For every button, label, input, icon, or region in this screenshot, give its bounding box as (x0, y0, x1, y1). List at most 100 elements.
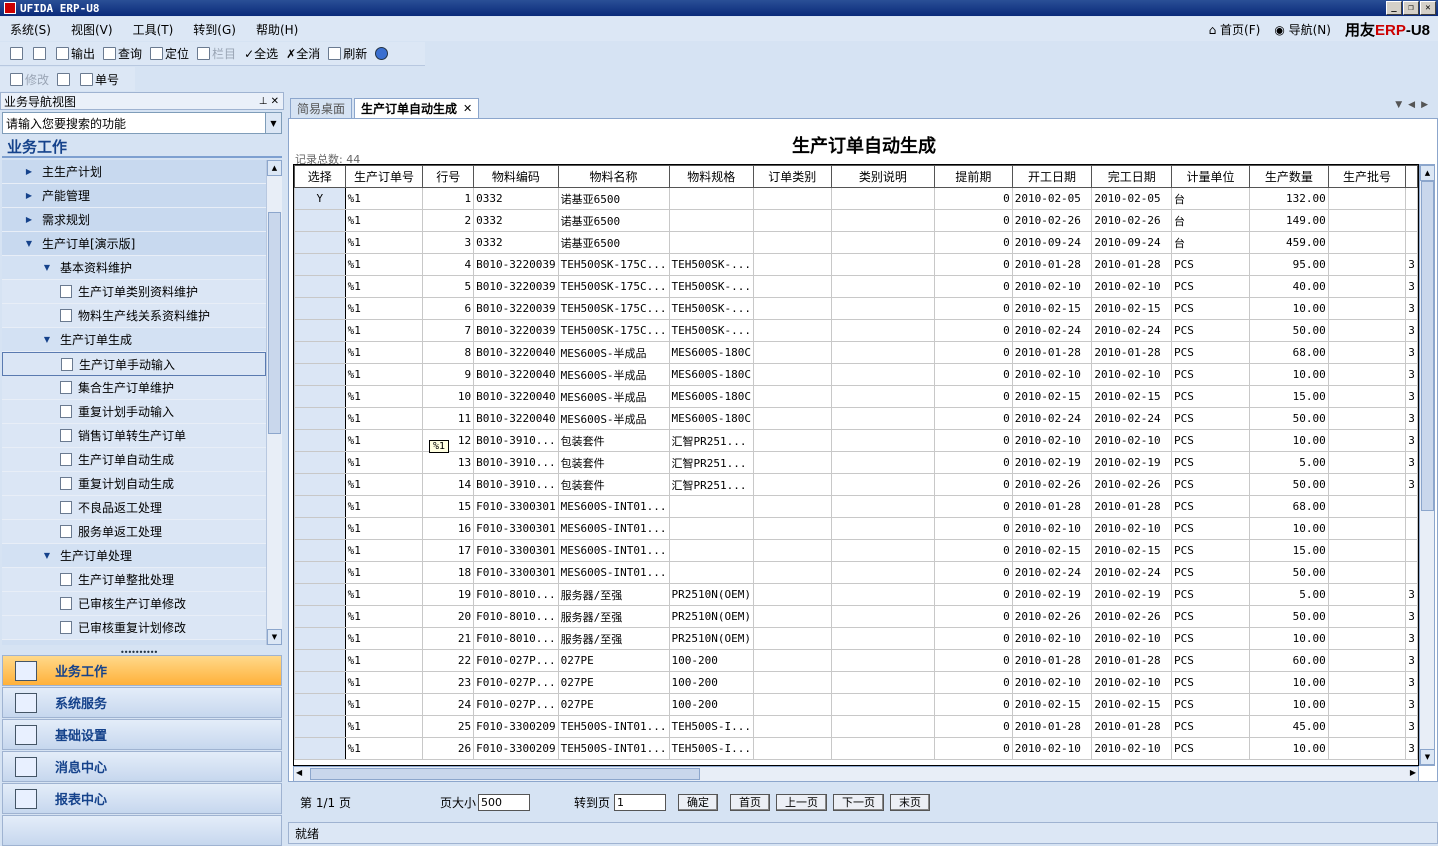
column-header[interactable]: 生产订单号 (344, 165, 424, 188)
table-cell[interactable] (1327, 187, 1407, 210)
table-cell[interactable]: PCS (1171, 671, 1251, 694)
table-cell[interactable] (668, 209, 755, 232)
table-cell[interactable]: 3 (1405, 605, 1418, 628)
table-cell[interactable]: PCS (1171, 319, 1251, 342)
table-cell[interactable] (668, 561, 755, 584)
table-cell[interactable] (668, 187, 755, 210)
table-cell[interactable] (830, 495, 936, 518)
table-cell[interactable]: PCS (1171, 429, 1251, 452)
table-cell[interactable]: TEH500S-I... (668, 737, 755, 760)
table-row[interactable]: %1 20 F010-8010... 服务器/至强 PR2510N(OEM) 0 2010-… (294, 605, 1418, 628)
table-row[interactable]: %1 19 F010-8010... 服务器/至强 PR2510N(OEM) 0 2010-… (294, 583, 1418, 606)
table-cell[interactable]: %1 (344, 605, 424, 628)
table-cell[interactable] (1327, 495, 1407, 518)
select-cell[interactable] (294, 671, 346, 694)
table-cell[interactable]: B010-3910... (473, 473, 559, 496)
table-cell[interactable]: 3 (422, 231, 475, 254)
next-page-button[interactable]: 下一页 (833, 793, 885, 811)
table-cell[interactable] (1327, 737, 1407, 760)
table-cell[interactable] (1327, 253, 1407, 276)
table-cell[interactable] (1327, 341, 1407, 364)
restore-icon[interactable]: ❐ (1403, 1, 1419, 15)
table-cell[interactable] (1327, 473, 1407, 496)
table-cell[interactable]: 3 (1405, 253, 1418, 276)
table-cell[interactable]: PCS (1171, 561, 1251, 584)
table-cell[interactable]: PCS (1171, 583, 1251, 606)
table-cell[interactable]: 11 (422, 407, 475, 430)
table-cell[interactable]: 50.00 (1249, 561, 1329, 584)
table-cell[interactable]: 2010-02-26 (1091, 605, 1173, 628)
table-cell[interactable] (830, 473, 936, 496)
table-cell[interactable]: PCS (1171, 341, 1251, 364)
table-cell[interactable]: 23 (422, 671, 475, 694)
tree-node[interactable]: 重复计划手动输入 (2, 400, 266, 424)
table-cell[interactable]: 3 (1405, 715, 1418, 738)
table-cell[interactable] (668, 495, 755, 518)
column-header[interactable]: 提前期 (934, 165, 1013, 188)
table-cell[interactable]: 2010-01-28 (1091, 649, 1173, 672)
table-cell[interactable] (830, 693, 936, 716)
table-cell[interactable]: 汇智PR251... (668, 429, 755, 452)
table-cell[interactable] (753, 341, 832, 364)
table-cell[interactable]: MES600S-180C (668, 407, 755, 430)
column-header[interactable]: 订单类别 (753, 165, 832, 188)
table-cell[interactable] (753, 649, 832, 672)
table-cell[interactable]: 包装套件 (557, 451, 670, 474)
table-cell[interactable]: %1 (344, 583, 424, 606)
table-cell[interactable] (1327, 297, 1407, 320)
table-cell[interactable]: %1 (344, 385, 424, 408)
table-cell[interactable]: B010-3220039 (473, 319, 559, 342)
table-cell[interactable] (830, 649, 936, 672)
hscroll-thumb[interactable] (310, 768, 700, 780)
table-cell[interactable]: 0332 (473, 187, 559, 210)
table-cell[interactable]: TEH500SK-... (668, 253, 755, 276)
table-cell[interactable]: 3 (1405, 429, 1418, 452)
table-cell[interactable]: 2010-02-26 (1091, 209, 1173, 232)
table-cell[interactable]: 7 (422, 319, 475, 342)
table-cell[interactable]: 2010-02-15 (1091, 385, 1173, 408)
column-header[interactable]: 生产批号 (1327, 165, 1407, 188)
table-cell[interactable]: 2010-02-10 (1011, 517, 1093, 540)
select-cell[interactable] (294, 737, 346, 760)
column-header[interactable]: 物料规格 (668, 165, 755, 188)
table-cell[interactable] (1327, 275, 1407, 298)
table-cell[interactable]: MES600S-INT01... (557, 539, 670, 562)
table-cell[interactable]: PCS (1171, 649, 1251, 672)
table-cell[interactable]: 2010-01-28 (1011, 649, 1093, 672)
chevron-right-icon[interactable]: ▶ (22, 167, 36, 176)
table-cell[interactable]: 2010-02-19 (1091, 451, 1173, 474)
table-cell[interactable]: PCS (1171, 275, 1251, 298)
table-cell[interactable]: 2010-02-26 (1011, 209, 1093, 232)
table-cell[interactable]: MES600S-半成品 (557, 341, 670, 364)
table-cell[interactable]: %1 (344, 209, 424, 232)
menu-goto[interactable]: 转到(G) (183, 21, 246, 38)
table-cell[interactable]: 3 (1405, 649, 1418, 672)
select-cell[interactable] (294, 583, 346, 606)
select-cell[interactable] (294, 649, 346, 672)
table-cell[interactable]: F010-3300301 (473, 517, 559, 540)
table-cell[interactable]: F010-8010... (473, 627, 559, 650)
column-header[interactable]: 类别说明 (830, 165, 936, 188)
table-cell[interactable]: MES600S-INT01... (557, 517, 670, 540)
table-cell[interactable] (1405, 495, 1418, 518)
table-cell[interactable]: MES600S-180C (668, 341, 755, 364)
table-cell[interactable]: B010-3910... (473, 451, 559, 474)
table-cell[interactable]: 10.00 (1249, 671, 1329, 694)
table-cell[interactable]: 10.00 (1249, 627, 1329, 650)
nav-message-center[interactable]: 消息中心 (2, 751, 282, 782)
table-cell[interactable]: 9 (422, 363, 475, 386)
table-cell[interactable]: 3 (1405, 737, 1418, 760)
table-cell[interactable]: 2010-01-28 (1011, 495, 1093, 518)
table-cell[interactable]: 2010-01-28 (1011, 253, 1093, 276)
table-cell[interactable]: 50.00 (1249, 473, 1329, 496)
table-cell[interactable] (830, 605, 936, 628)
table-cell[interactable] (1327, 429, 1407, 452)
tree-node[interactable]: ▼ 生产订单[演示版] (2, 232, 266, 256)
tree-node[interactable]: 生产订单自动生成 (2, 448, 266, 472)
table-cell[interactable] (1405, 539, 1418, 562)
column-header[interactable]: 开工日期 (1011, 165, 1093, 188)
scroll-thumb[interactable] (268, 212, 281, 434)
table-cell[interactable] (1405, 231, 1418, 254)
table-cell[interactable]: 0 (934, 209, 1013, 232)
query-button[interactable]: 查询 (99, 44, 146, 64)
